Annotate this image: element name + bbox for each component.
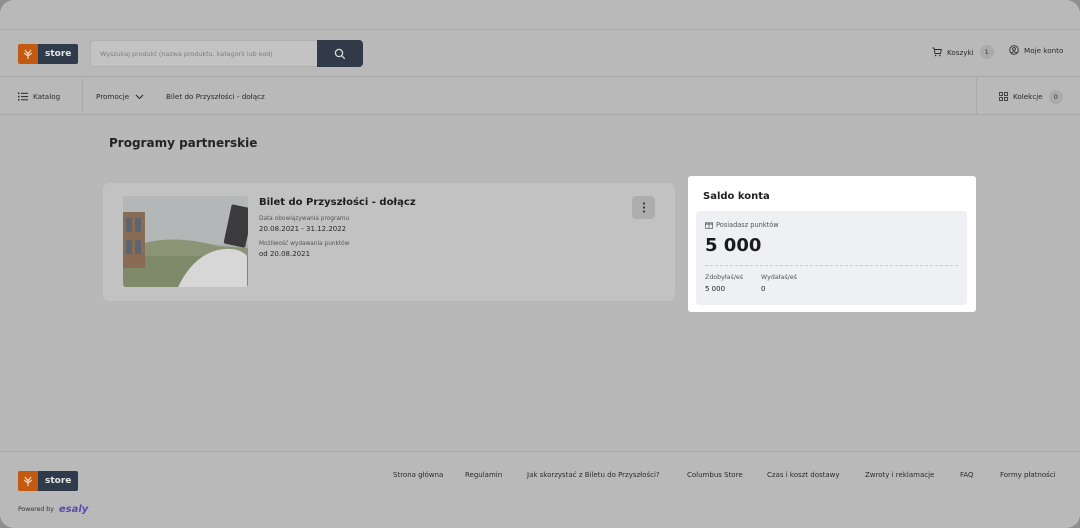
nav-link-ticket[interactable]: Bilet do Przyszłości - dołącz — [166, 78, 265, 115]
footer-link-home[interactable]: Strona główna — [393, 471, 443, 479]
gift-icon — [705, 222, 713, 229]
catalog-label: Katalog — [33, 92, 61, 101]
logo-mark-icon — [18, 44, 38, 64]
divider — [705, 265, 958, 266]
cart-icon — [932, 47, 942, 57]
user-circle-icon — [1009, 45, 1019, 55]
validity-label: Data obowiązywania programu — [259, 216, 350, 222]
catalog-menu[interactable]: Katalog — [18, 78, 60, 115]
list-icon — [18, 92, 28, 101]
esaly-logo[interactable]: esaly — [59, 504, 88, 515]
store-logo[interactable]: store — [18, 44, 79, 64]
search-button[interactable] — [317, 40, 363, 67]
footer-link-terms[interactable]: Regulamin — [465, 471, 502, 479]
footer-link-columbus-store[interactable]: Columbus Store — [687, 471, 743, 479]
search-icon — [334, 48, 346, 59]
collections-count-badge: 0 — [1048, 89, 1063, 104]
search-input[interactable] — [91, 41, 317, 67]
promotions-label: Promocje — [96, 92, 130, 101]
chevron-down-icon — [135, 94, 144, 99]
points-label: Posiadasz punktów — [716, 221, 779, 229]
nav-divider — [82, 78, 83, 115]
validity-value: 20.08.2021 - 31.12.2022 — [259, 225, 347, 233]
more-options-button[interactable] — [632, 196, 655, 219]
logo-mark-icon — [18, 471, 38, 491]
footer-link-how-to[interactable]: Jak skorzystać z Biletu do Przyszłości? — [527, 471, 660, 479]
logo-text: store — [38, 44, 79, 64]
grid-icon — [999, 92, 1008, 101]
top-strip — [0, 0, 1080, 30]
earned-label: Zdobyłaś/eś — [705, 274, 744, 281]
promotions-menu[interactable]: Promocje — [96, 78, 144, 115]
program-image — [123, 196, 248, 287]
collections-label: Kolekcje — [1013, 92, 1043, 101]
balance-details: Posiadasz punktów 5 000 Zdobyłaś/eś 5 00… — [696, 211, 967, 305]
earned-value: 5 000 — [705, 285, 726, 293]
cart-count-badge: 1 — [979, 45, 994, 59]
app-frame: store Koszyki 1 Moje konto Katalog Promo… — [0, 0, 1080, 528]
footer-link-faq[interactable]: FAQ — [960, 471, 974, 479]
powered-by-label: Powered by — [18, 506, 54, 513]
search-field[interactable] — [90, 40, 318, 67]
collections-button[interactable]: Kolekcje 0 — [999, 78, 1063, 115]
spent-value: 0 — [761, 285, 766, 293]
points-label-row: Posiadasz punktów — [705, 221, 779, 229]
ticket-link-label: Bilet do Przyszłości - dołącz — [166, 92, 265, 101]
account-label: Moje konto — [1024, 45, 1064, 55]
points-value: 5 000 — [705, 235, 762, 256]
account-button[interactable]: Moje konto — [1009, 45, 1063, 55]
footer: store Strona główna Regulamin Jak skorzy… — [0, 451, 1080, 528]
program-card[interactable]: Bilet do Przyszłości - dołącz Data obowi… — [103, 183, 675, 301]
nav-divider — [976, 78, 977, 115]
balance-title: Saldo konta — [703, 191, 770, 202]
footer-link-payment[interactable]: Formy płatności — [1000, 471, 1056, 479]
footer-link-delivery[interactable]: Czas i koszt dostawy — [767, 471, 840, 479]
spend-value: od 20.08.2021 — [259, 250, 311, 258]
page-title: Programy partnerskie — [109, 136, 258, 150]
powered-by: Powered by esaly — [18, 504, 88, 515]
cart-label: Koszyki — [947, 47, 974, 57]
header: store Koszyki 1 Moje konto — [0, 31, 1080, 77]
more-vertical-icon — [642, 202, 645, 213]
spent-label: Wydałaś/eś — [761, 274, 797, 281]
logo-text: store — [38, 471, 79, 491]
account-balance-panel: Saldo konta Posiadasz punktów 5 000 Zdob… — [688, 176, 976, 312]
navigation-bar: Katalog Promocje Bilet do Przyszłości - … — [0, 78, 1080, 115]
footer-link-returns[interactable]: Zwroty i reklamacje — [865, 471, 934, 479]
footer-logo[interactable]: store — [18, 471, 79, 491]
spend-label: Możliwość wydawania punktów — [259, 241, 350, 247]
cart-button[interactable]: Koszyki 1 — [932, 45, 994, 59]
program-title: Bilet do Przyszłości - dołącz — [259, 197, 416, 208]
